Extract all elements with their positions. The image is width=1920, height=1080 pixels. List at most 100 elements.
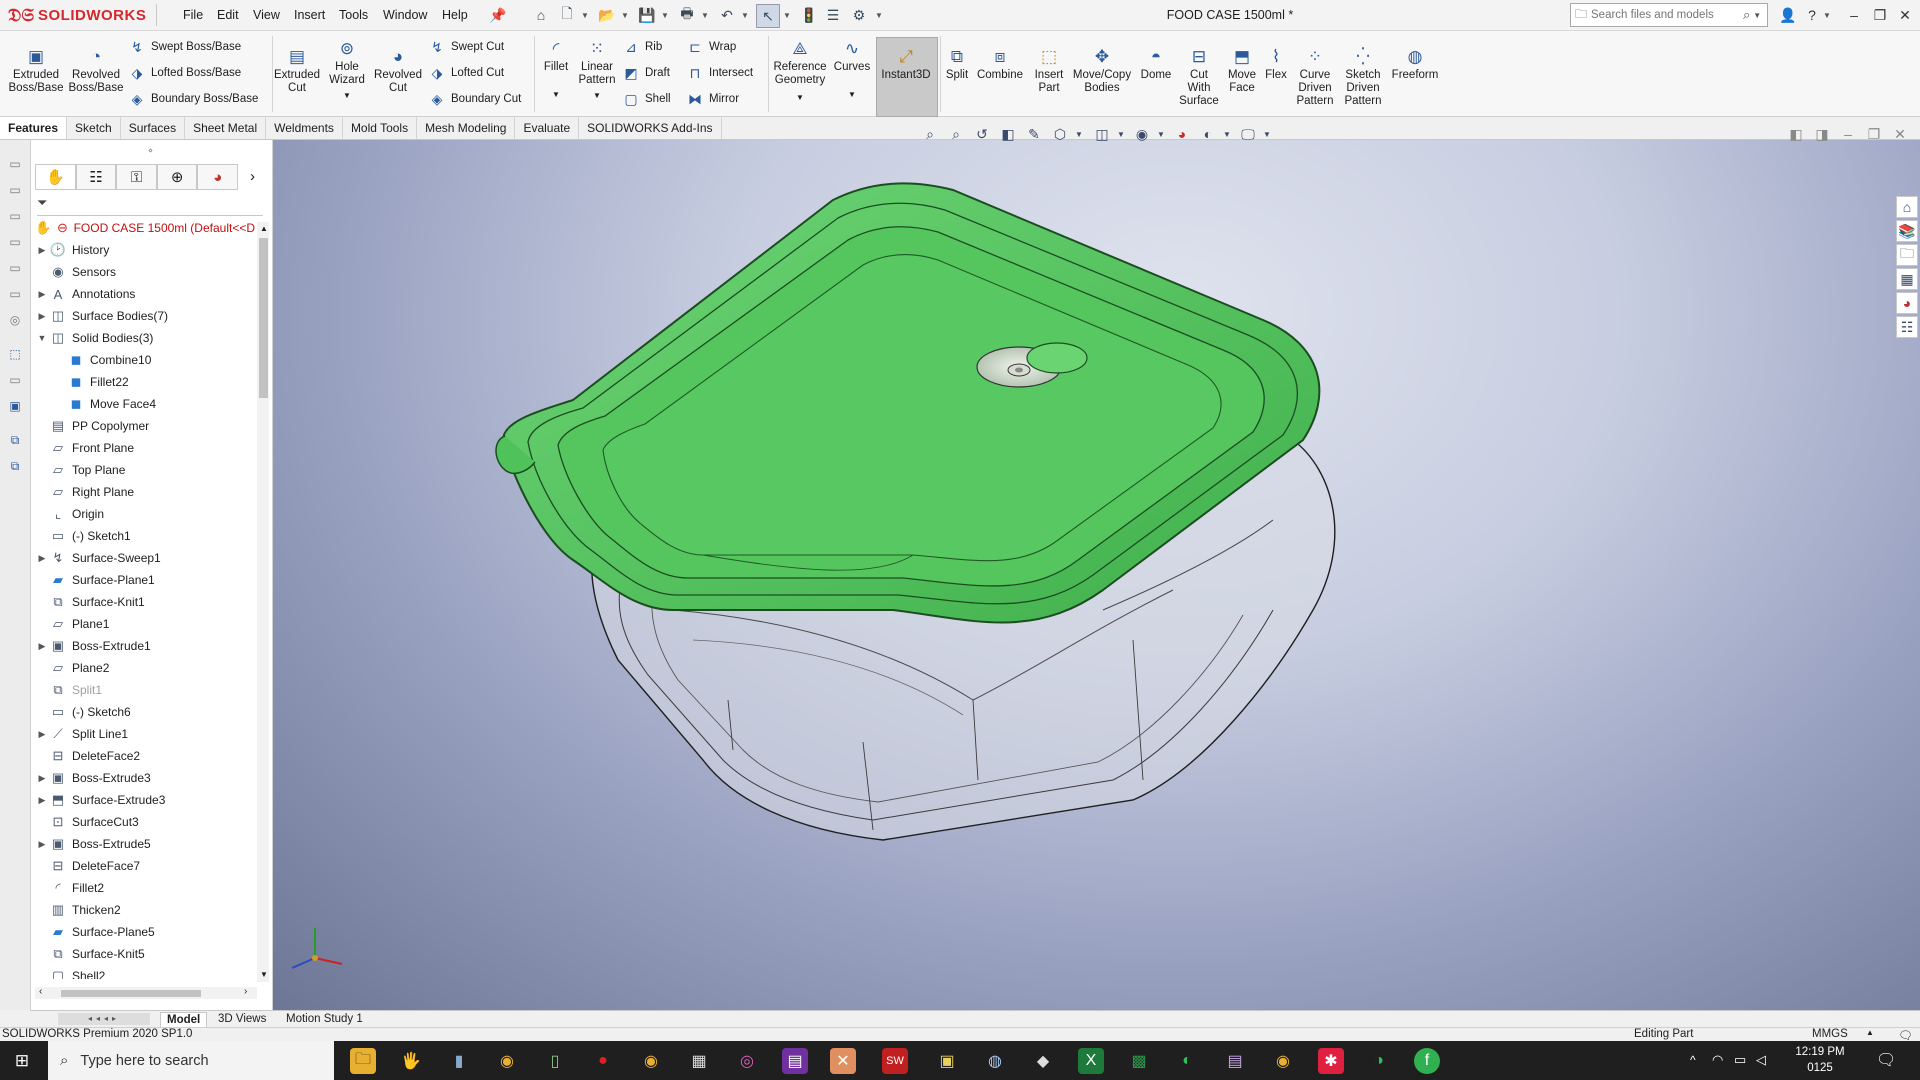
taskbar-search-box[interactable]: ⌕ Type here to search (48, 1041, 334, 1080)
property-manager-tab-icon[interactable]: ☷ (75, 164, 117, 190)
notifications-icon[interactable]: 🗨 (1876, 1050, 1896, 1070)
view-settings-icon[interactable]: 🖵 (1238, 124, 1258, 144)
linear-pattern-dropdown-icon[interactable]: ▼ (593, 89, 601, 102)
menu-window[interactable]: Window (381, 0, 429, 30)
mirror-button[interactable]: ⧓ Mirror (686, 89, 766, 109)
toolbar-feature-icon[interactable]: ◎ (7, 312, 23, 328)
expand-arrow-icon[interactable]: ▶ (35, 641, 49, 652)
display-manager-tab-icon[interactable]: ◕ (197, 164, 239, 190)
tab-sketch[interactable]: Sketch (67, 117, 121, 139)
whatsapp-app-icon[interactable]: ◐ (1174, 1048, 1200, 1074)
dimxpert-manager-tab-icon[interactable]: ⊕ (156, 164, 198, 190)
split-button[interactable]: ⧉ Split (942, 45, 972, 82)
revolved-boss-button[interactable]: ◔ Revolved Boss/Base (68, 45, 124, 95)
tree-node[interactable]: ▤ PP Copolymer (31, 415, 257, 437)
hole-wizard-button[interactable]: ⊚ Hole Wizard ▼ (326, 37, 368, 102)
new-document-icon[interactable]: 🗋 (556, 4, 578, 26)
instant3d-button[interactable]: ⤢ Instant3D (876, 45, 936, 82)
tree-node[interactable]: ⊟ DeleteFace7 (31, 855, 257, 877)
tree-node[interactable]: ◉ Sensors (31, 261, 257, 283)
app-icon[interactable]: ▤ (1222, 1048, 1248, 1074)
expand-arrow-icon[interactable]: ▶ (35, 553, 49, 564)
close-icon[interactable]: ✕ (1893, 3, 1917, 27)
model-view[interactable] (273, 140, 1920, 1010)
zoom-to-area-icon[interactable]: ⌕ (946, 124, 966, 144)
scene-dropdown-icon[interactable]: ▼ (1222, 124, 1232, 144)
freeform-button[interactable]: ◍ Freeform (1390, 45, 1440, 82)
tile-right-icon[interactable]: ◨ (1812, 124, 1832, 144)
tab-evaluate[interactable]: Evaluate (515, 117, 580, 139)
app-icon[interactable]: ◍ (982, 1048, 1008, 1074)
rebuild-icon[interactable]: 🚦 (798, 4, 820, 26)
dome-button[interactable]: ◓ Dome (1138, 45, 1174, 82)
edit-appearance-icon[interactable]: ◕ (1172, 124, 1192, 144)
status-chat-icon[interactable]: 🗨 (1898, 1028, 1913, 1042)
tree-node[interactable]: ▶ ▣ Boss-Extrude5 (31, 833, 257, 855)
help-icon[interactable]: ? (1800, 3, 1824, 27)
move-copy-bodies-button[interactable]: ✥ Move/Copy Bodies (1072, 45, 1132, 95)
layer-icon[interactable]: ⧉ (7, 432, 23, 448)
shell-button[interactable]: ▢ Shell (622, 89, 682, 109)
units-selector[interactable]: MMGS (1812, 1028, 1848, 1040)
chrome-app-icon[interactable]: ◉ (494, 1048, 520, 1074)
tree-node[interactable]: ▱ Plane1 (31, 613, 257, 635)
revolved-cut-button[interactable]: ◕ Revolved Cut (374, 45, 422, 95)
instagram-app-icon[interactable]: ◎ (734, 1048, 760, 1074)
tree-node[interactable]: ◼ Move Face4 (31, 393, 257, 415)
solidworks-taskbar-icon[interactable]: SW (882, 1048, 908, 1074)
expand-arrow-icon[interactable]: ▶ (35, 245, 49, 256)
draft-button[interactable]: ◩ Draft (622, 63, 682, 83)
toolbar-feature-icon[interactable]: ▭ (7, 156, 23, 172)
chrome-app-icon[interactable]: ◉ (638, 1048, 664, 1074)
select-edge-icon[interactable]: ⬚ (7, 346, 23, 362)
save-icon[interactable]: 💾 (636, 4, 658, 26)
curves-dropdown-icon[interactable]: ▼ (848, 88, 856, 101)
boundary-boss-button[interactable]: ◈ Boundary Boss/Base (128, 89, 268, 109)
insert-part-button[interactable]: ⬚ Insert Part (1030, 45, 1068, 95)
solidworks-resources-icon[interactable]: ⌂ (1896, 196, 1918, 218)
tree-node[interactable]: ▭ (-) Sketch6 (31, 701, 257, 723)
tree-node[interactable]: ⊡ SurfaceCut3 (31, 811, 257, 833)
tree-scroll-thumb[interactable] (259, 238, 268, 398)
battery-icon[interactable]: ▭ (1734, 1052, 1746, 1068)
options-dropdown-icon[interactable]: ▼ (874, 4, 884, 26)
collapse-arrow-icon[interactable]: ▼ (35, 333, 49, 343)
solidworks-logo[interactable]: 𝔇𝔖 SOLIDWORKS (8, 3, 154, 27)
search-box[interactable]: 🗀 ⌕ ▼ (1570, 3, 1768, 27)
zoom-to-fit-icon[interactable]: ⌕ (920, 124, 940, 144)
tree-node[interactable]: ◜ Fillet2 (31, 877, 257, 899)
file-explorer-app-icon[interactable]: 🗀 (350, 1048, 376, 1074)
expand-arrow-icon[interactable]: ▶ (35, 311, 49, 322)
menu-help[interactable]: Help (440, 0, 470, 30)
cut-with-surface-button[interactable]: ⊟ Cut With Surface (1178, 45, 1220, 108)
search-icon[interactable]: ⌕ (1743, 7, 1750, 23)
sketch-driven-pattern-button[interactable]: ⁛ Sketch Driven Pattern (1340, 45, 1386, 108)
toolbar-feature-icon[interactable]: ▭ (7, 208, 23, 224)
view-palette-icon[interactable]: ▦ (1896, 268, 1918, 290)
swept-boss-button[interactable]: ↯ Swept Boss/Base (128, 37, 268, 57)
rib-button[interactable]: ⊿ Rib (622, 37, 682, 57)
filter-icon[interactable]: ⏷ (37, 195, 47, 210)
taskbar-clock[interactable]: 12:19 PM 0125 (1785, 1044, 1855, 1076)
graphics-area[interactable] (273, 140, 1920, 1010)
scroll-down-icon[interactable]: ▼ (260, 970, 268, 979)
print-icon[interactable]: 🖶 (676, 4, 698, 26)
fillet-button[interactable]: ◜ Fillet ▼ (538, 37, 574, 101)
tree-node[interactable]: ▶ 🕑 History (31, 239, 257, 261)
app-icon[interactable]: f (1414, 1048, 1440, 1074)
scroll-up-icon[interactable]: ▲ (260, 224, 268, 233)
intersect-button[interactable]: ⊓ Intersect (686, 63, 766, 83)
tree-node[interactable]: ▱ Plane2 (31, 657, 257, 679)
tree-node[interactable]: ⊟ DeleteFace2 (31, 745, 257, 767)
tree-node[interactable]: ▥ Thicken2 (31, 899, 257, 921)
help-dropdown-icon[interactable]: ▼ (1822, 4, 1832, 26)
tray-chevron-icon[interactable]: ^ (1690, 1053, 1696, 1067)
app-icon[interactable]: 🖐 (398, 1048, 424, 1074)
app-icon[interactable]: ✕ (830, 1048, 856, 1074)
tab-surfaces[interactable]: Surfaces (121, 117, 186, 139)
dynamic-annotation-icon[interactable]: ✎ (1024, 124, 1044, 144)
panel-grip-icon[interactable]: ⋄ (148, 146, 153, 155)
tree-node[interactable]: ▰ Surface-Plane1 (31, 569, 257, 591)
extruded-cut-button[interactable]: ▤ Extruded Cut (274, 45, 320, 95)
app-icon[interactable]: ▯ (542, 1048, 568, 1074)
